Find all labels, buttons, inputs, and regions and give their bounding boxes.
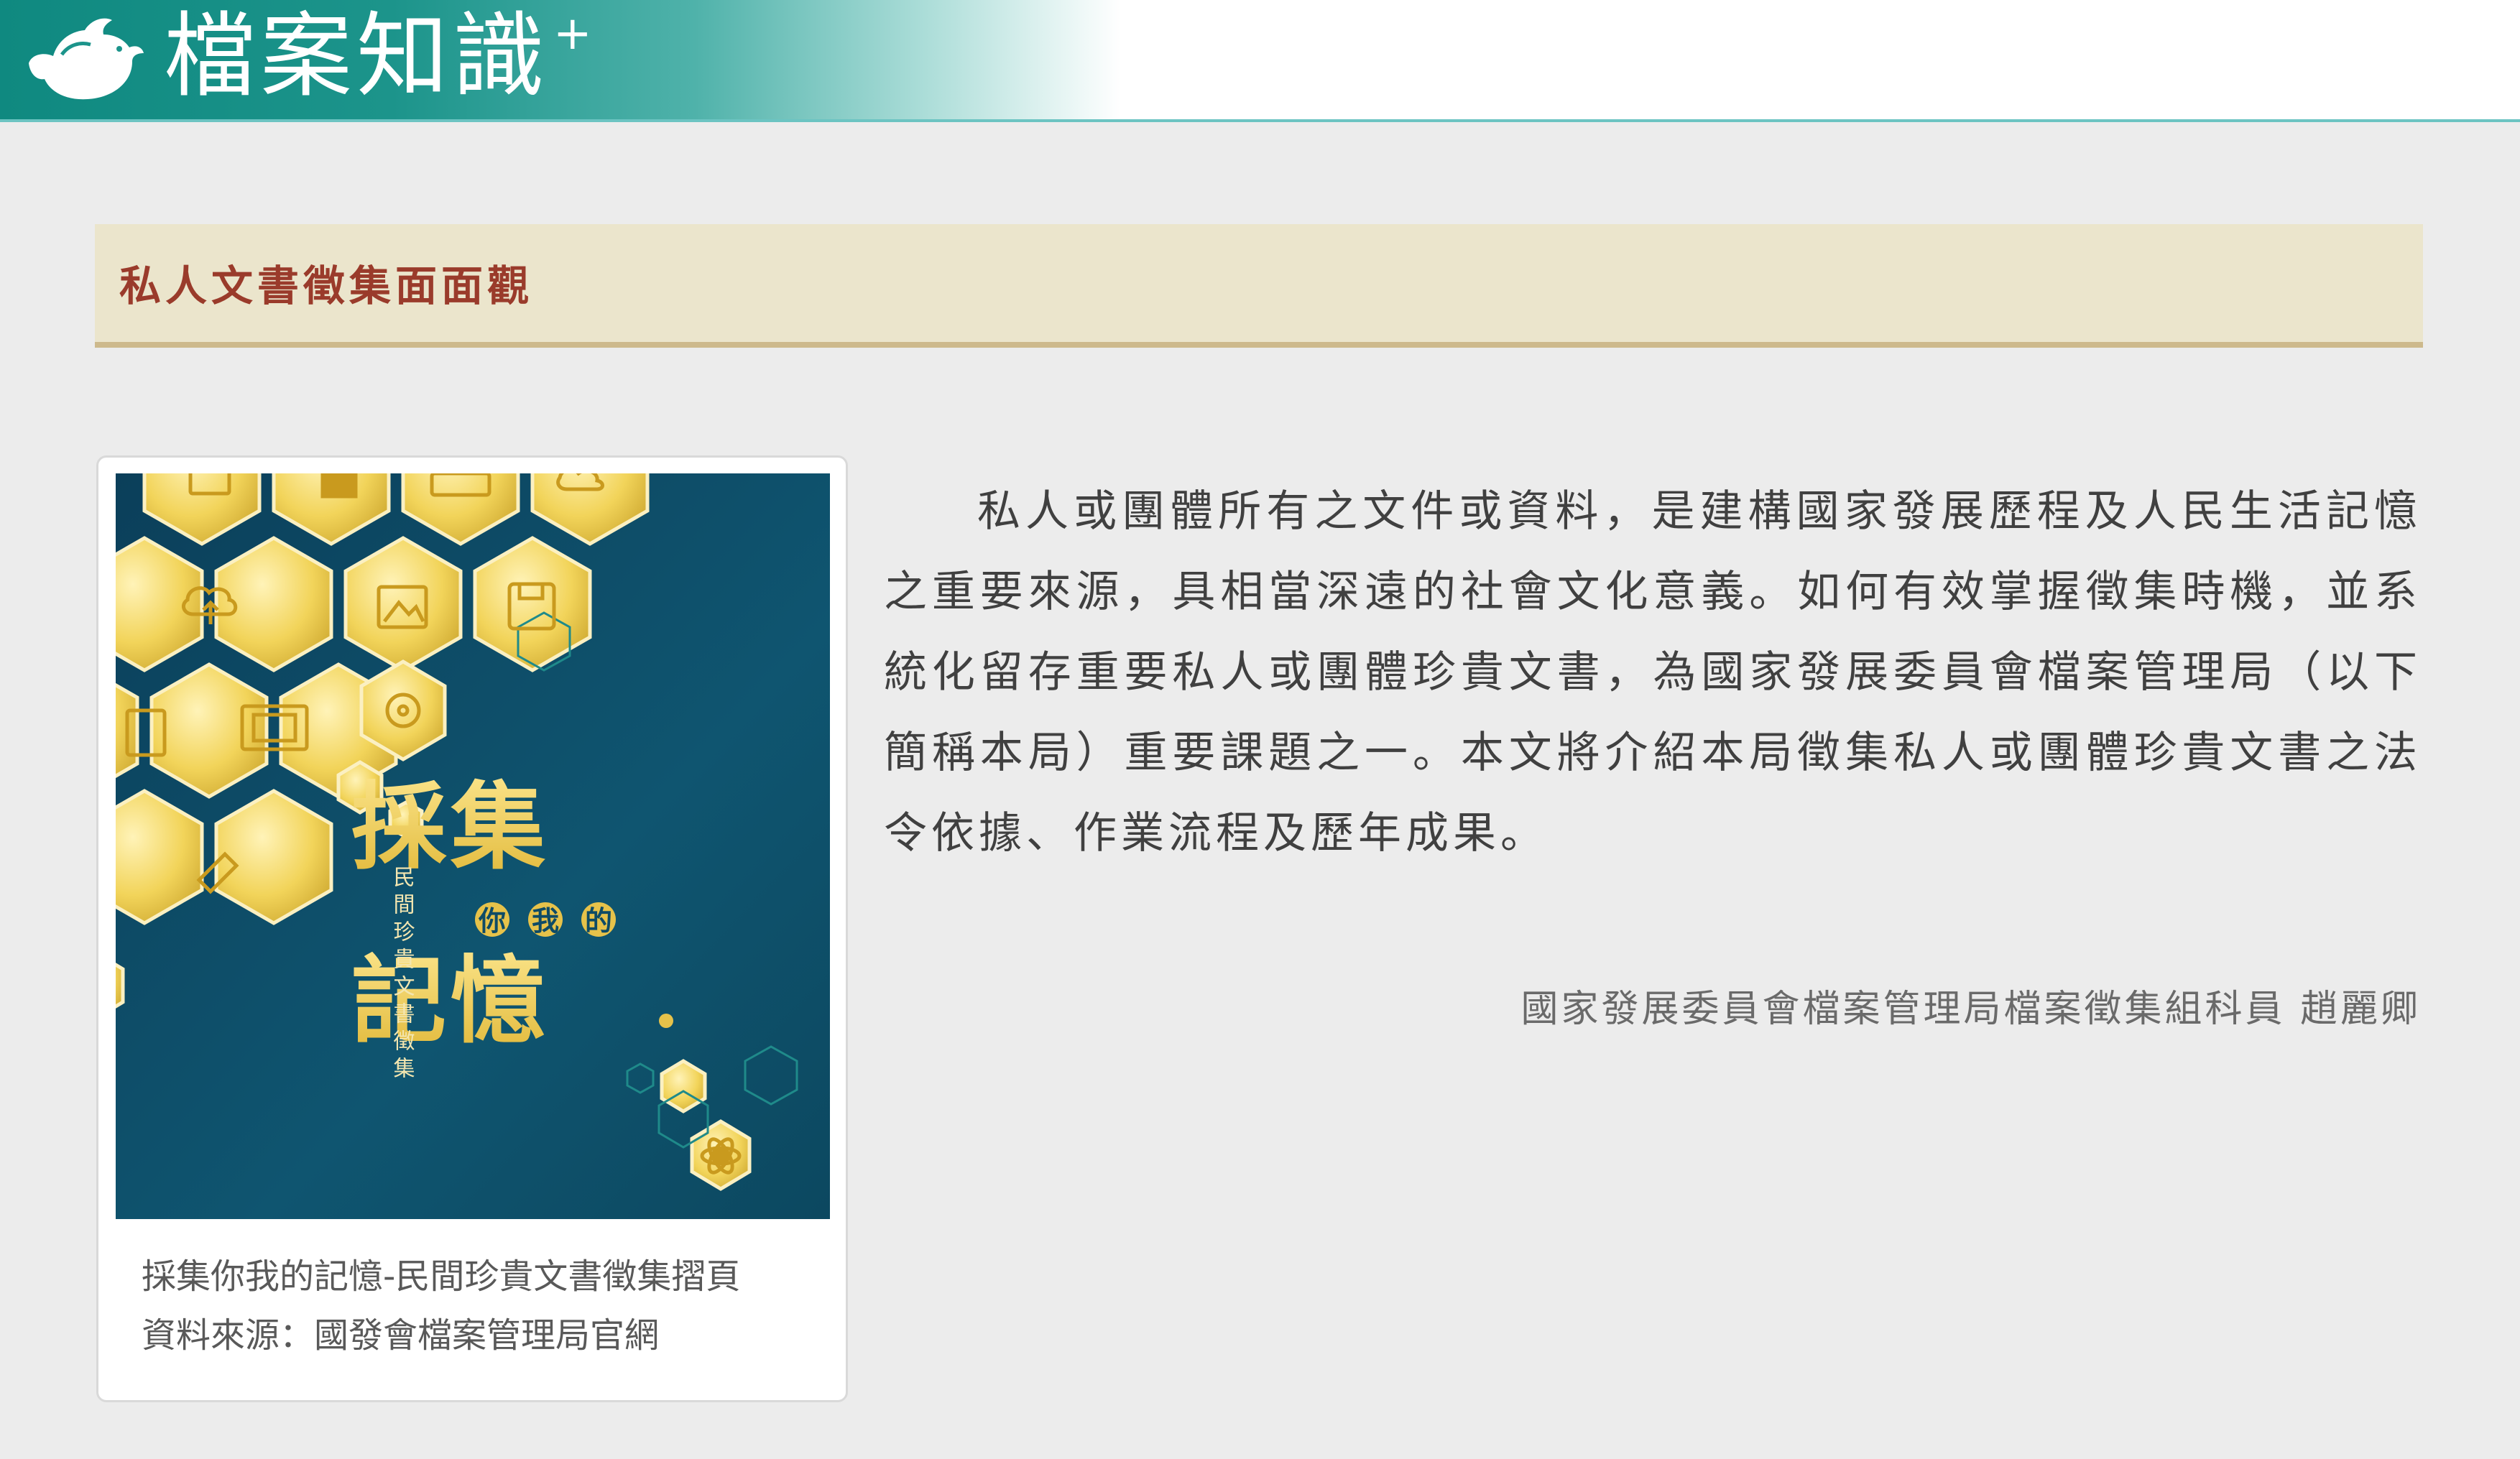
site-header: 檔案知識 + (0, 0, 2520, 122)
cover-title-middle-1: 你 (478, 905, 506, 937)
cover-subtitle-vertical: 民間珍貴文書徵集 (389, 866, 415, 1084)
cover-title-top: 採集 (351, 772, 550, 883)
cover-title-dot (659, 1014, 673, 1028)
article-intro-paragraph: 私人或團體所有之文件或資料，是建構國家發展歷程及人民生活記憶之重要來源，具相當深… (884, 486, 2422, 858)
figure-source: 資料來源：國發會檔案管理局官網 (142, 1315, 660, 1356)
cover-title-bottom: 記憶 (351, 946, 550, 1057)
site-title[interactable]: 檔案知識 (164, 3, 549, 111)
brochure-cover-image[interactable]: 採集 你 我 的 記憶 民間珍貴文書徵集 (116, 473, 830, 1219)
section-heading-bar: 私人文書徵集面面觀 (95, 224, 2423, 348)
section-heading: 私人文書徵集面面觀 (119, 261, 534, 310)
site-title-plus: + (553, 7, 592, 60)
cover-title-middle: 你 我 的 (475, 902, 616, 937)
bird-logo-icon[interactable] (24, 13, 145, 105)
hex-tile (660, 1059, 707, 1113)
article-author: 國家發展委員會檔案管理局檔案徵集組科員 趙麗卿 (1520, 988, 2421, 1031)
figure-caption: 採集你我的記憶-民間珍貴文書徵集摺頁 (142, 1256, 741, 1297)
folder-icon (320, 473, 358, 499)
atom-icon (713, 1148, 729, 1164)
cover-title-middle-3: 的 (585, 905, 612, 937)
cover-title-middle-2: 我 (532, 905, 559, 937)
figure-card: 採集 你 我 的 記憶 民間珍貴文書徵集 採集你我的記憶-民間珍貴文書徵集摺頁 … (96, 455, 848, 1402)
